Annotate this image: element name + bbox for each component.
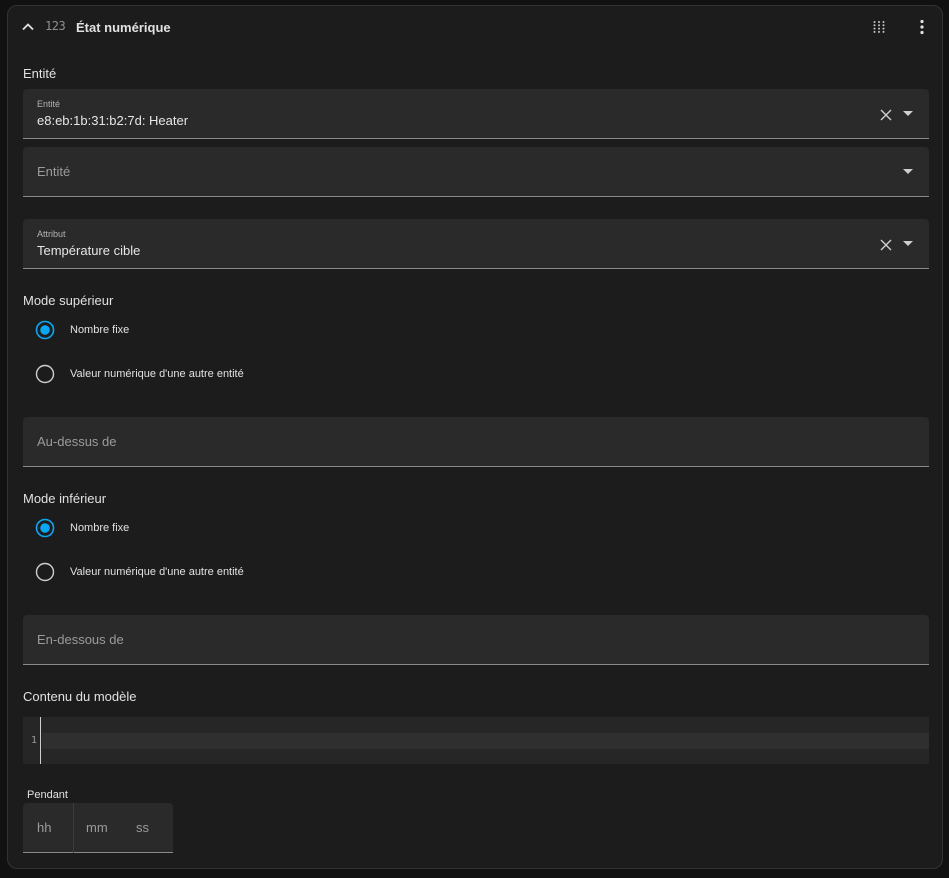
entity-field-value[interactable]: e8:eb:1b:31:b2:7d: Heater xyxy=(37,113,188,128)
above-placeholder[interactable]: Au-dessus de xyxy=(37,434,117,449)
radio-lower-entity[interactable] xyxy=(35,562,55,582)
attribute-field-value[interactable]: Température cible xyxy=(37,243,140,258)
lower-mode-label: Mode inférieur xyxy=(23,491,107,506)
radio-upper-fixed-label[interactable]: Nombre fixe xyxy=(70,324,129,336)
above-input[interactable]: Au-dessus de xyxy=(23,417,929,467)
radio-upper-entity[interactable] xyxy=(35,364,55,384)
clear-icon[interactable] xyxy=(879,238,893,252)
minutes-field[interactable]: mm xyxy=(86,820,108,835)
numeric-icon: 123 xyxy=(45,19,66,33)
clear-icon[interactable] xyxy=(879,108,893,122)
hours-field[interactable]: hh xyxy=(37,820,51,835)
radio-lower-fixed-label[interactable]: Nombre fixe xyxy=(70,522,129,534)
attribute-picker[interactable]: Attribut Température cible xyxy=(23,219,929,269)
entity-field-label: Entité xyxy=(37,99,61,109)
dropdown-arrow-icon[interactable] xyxy=(903,169,913,175)
dropdown-arrow-icon[interactable] xyxy=(903,241,913,247)
code-active-line[interactable] xyxy=(42,733,929,749)
duration-label: Pendant xyxy=(27,789,68,801)
duration-divider xyxy=(73,803,74,853)
numeric-state-condition-card: 123 État numérique Entité Entité e8:eb:1… xyxy=(7,5,943,869)
upper-mode-label: Mode supérieur xyxy=(23,293,114,308)
chevron-up-icon[interactable] xyxy=(20,19,36,35)
below-input[interactable]: En-dessous de xyxy=(23,615,929,665)
entity-placeholder[interactable]: Entité xyxy=(37,164,70,179)
code-gutter: 1 xyxy=(23,717,41,764)
template-label: Contenu du modèle xyxy=(23,689,137,704)
seconds-field[interactable]: ss xyxy=(136,820,149,835)
dropdown-arrow-icon[interactable] xyxy=(903,111,913,117)
below-placeholder[interactable]: En-dessous de xyxy=(37,632,124,647)
entity-picker[interactable]: Entité e8:eb:1b:31:b2:7d: Heater xyxy=(23,89,929,139)
radio-upper-entity-label[interactable]: Valeur numérique d'une autre entité xyxy=(70,368,244,380)
card-title[interactable]: État numérique xyxy=(76,20,171,35)
duration-input[interactable]: hh mm ss xyxy=(23,803,173,853)
radio-upper-fixed[interactable] xyxy=(35,320,55,340)
entity-section-label: Entité xyxy=(23,66,57,81)
entity-picker-2[interactable]: Entité xyxy=(23,147,929,197)
more-vertical-icon[interactable] xyxy=(914,19,930,35)
drag-handle-icon[interactable] xyxy=(872,20,886,34)
radio-lower-entity-label[interactable]: Valeur numérique d'une autre entité xyxy=(70,566,244,578)
line-number: 1 xyxy=(31,735,38,746)
template-code-editor[interactable]: 1 xyxy=(23,717,929,764)
radio-lower-fixed[interactable] xyxy=(35,518,55,538)
attribute-field-label: Attribut xyxy=(37,229,66,239)
